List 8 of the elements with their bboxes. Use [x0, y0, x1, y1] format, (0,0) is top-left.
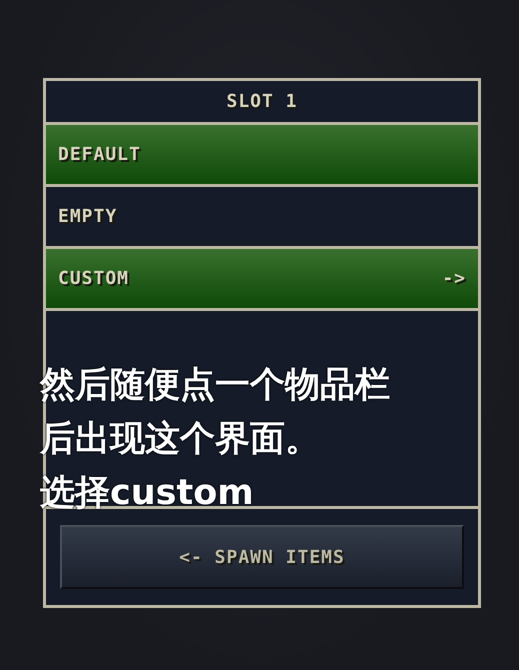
option-label: CUSTOM	[58, 267, 130, 291]
arrow-text: ->	[442, 267, 466, 291]
slot-title: SLOT 1	[226, 90, 298, 114]
option-row[interactable]: CUSTOM ->	[46, 249, 478, 311]
spawn-items-button[interactable]: <- SPAWN ITEMS	[60, 525, 464, 589]
option-label: EMPTY	[58, 205, 118, 229]
option-label: DEFAULT	[58, 143, 141, 167]
option-row[interactable]: DEFAULT	[46, 125, 478, 187]
